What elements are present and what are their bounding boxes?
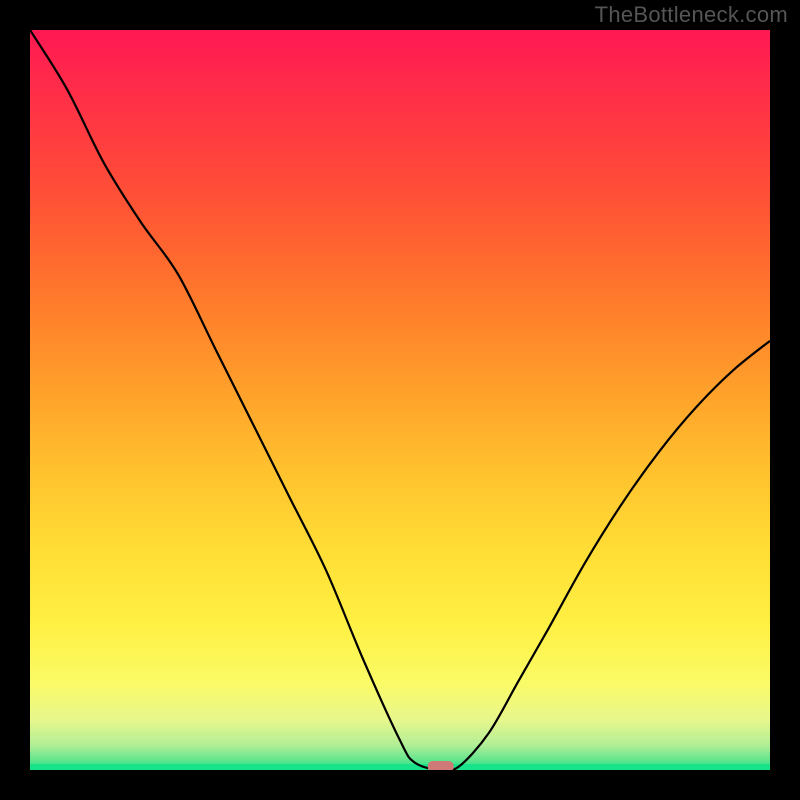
plot-area <box>30 30 770 770</box>
curve-layer <box>30 30 770 770</box>
chart-frame: TheBottleneck.com <box>0 0 800 800</box>
bottleneck-curve <box>30 30 770 770</box>
min-marker <box>428 761 454 770</box>
watermark-text: TheBottleneck.com <box>595 2 788 28</box>
